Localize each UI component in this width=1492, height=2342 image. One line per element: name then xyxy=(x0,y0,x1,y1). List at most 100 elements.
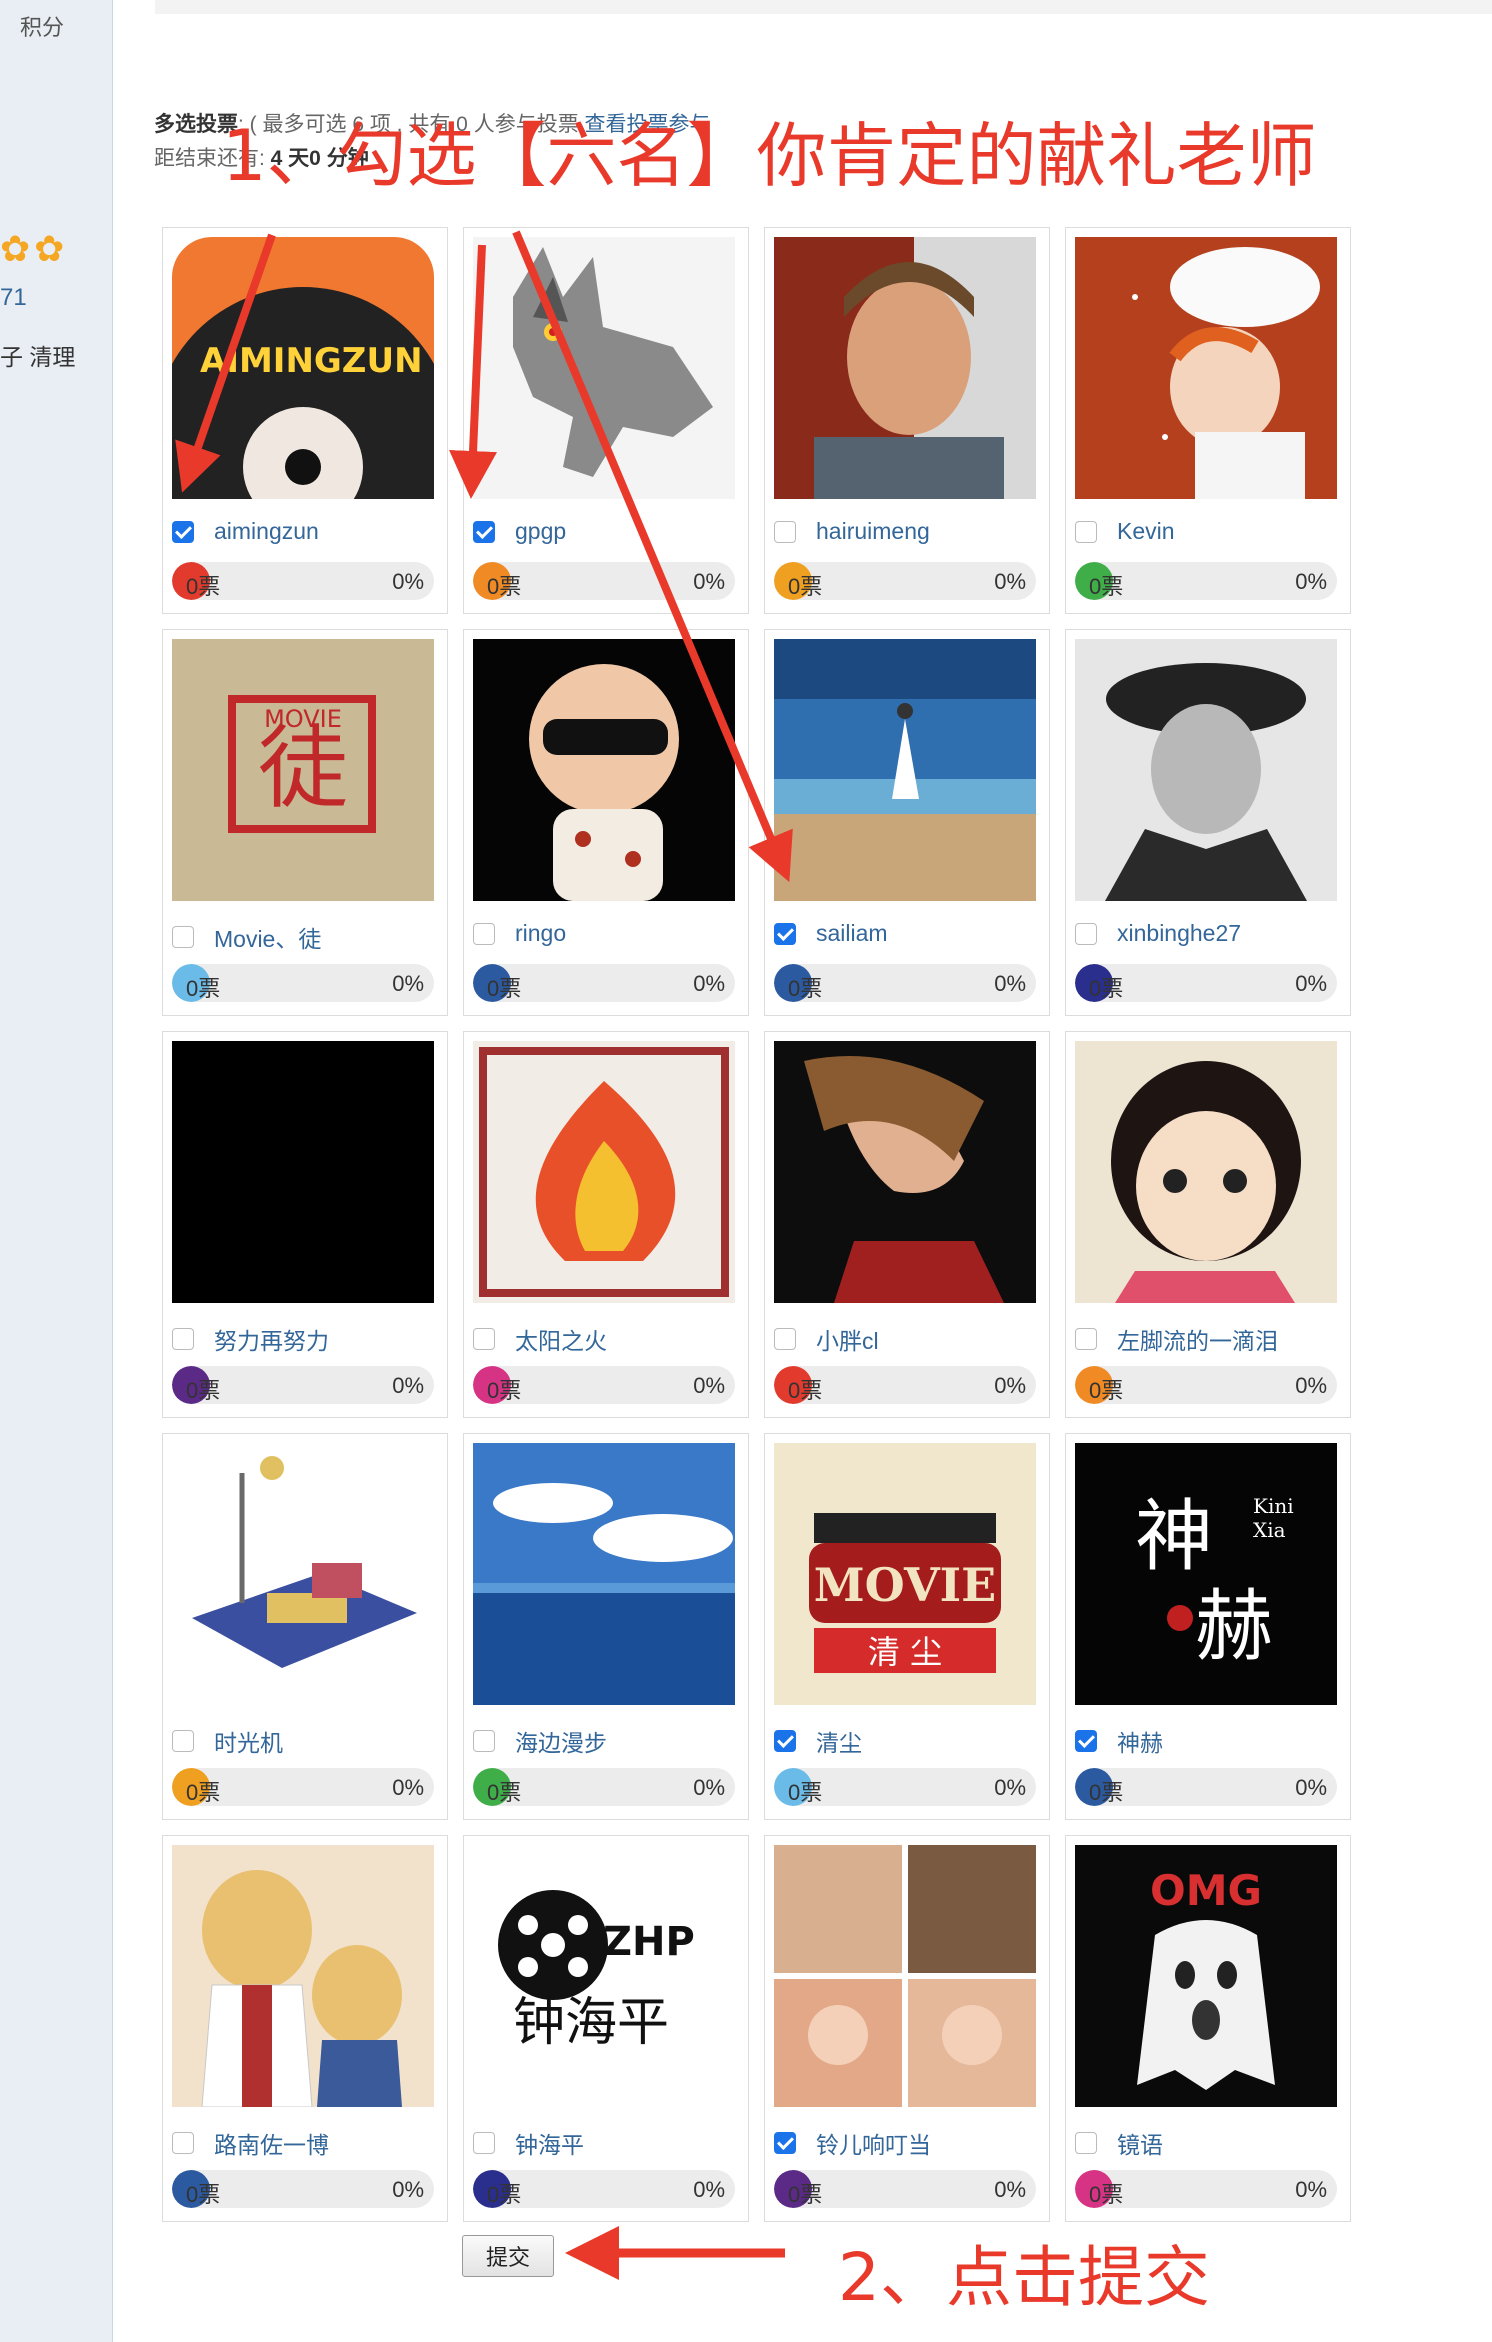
option-checkbox[interactable] xyxy=(473,520,495,543)
option-checkbox[interactable] xyxy=(1075,922,1097,945)
option-avatar-image[interactable] xyxy=(1075,1041,1337,1303)
sidebar-links[interactable]: 子 清理 xyxy=(0,338,75,372)
option-avatar-image[interactable]: 徒 MOVIE xyxy=(172,639,434,901)
poll-option-card[interactable]: ringo 0票 0% xyxy=(463,629,749,1016)
option-checkbox[interactable] xyxy=(172,2132,194,2154)
option-avatar-image[interactable] xyxy=(774,237,1036,499)
option-label[interactable]: 清尘 xyxy=(774,1724,862,1758)
option-avatar-image[interactable] xyxy=(473,639,735,901)
poll-option-card[interactable]: 太阳之火 0票 0% xyxy=(463,1031,749,1418)
poll-option-card[interactable]: 左脚流的一滴泪 0票 0% xyxy=(1065,1031,1351,1418)
vote-percent: 0% xyxy=(693,2177,725,2202)
poll-option-card[interactable]: xinbinghe27 0票 0% xyxy=(1065,629,1351,1016)
option-avatar-image[interactable] xyxy=(1075,639,1337,901)
option-checkbox[interactable] xyxy=(473,2132,495,2154)
option-checkbox[interactable] xyxy=(172,1730,194,1752)
points-label: 积分 xyxy=(20,15,65,40)
option-label[interactable]: 海边漫步 xyxy=(473,1724,607,1758)
vote-percent: 0% xyxy=(994,1373,1026,1398)
option-checkbox[interactable] xyxy=(473,1730,495,1752)
option-label[interactable]: 努力再努力 xyxy=(172,1322,329,1356)
option-label[interactable]: 钟海平 xyxy=(473,2126,584,2160)
poll-option-card[interactable]: 铃儿响叮当 0票 0% xyxy=(764,1835,1050,2222)
vote-count: 0票 xyxy=(186,1780,221,1805)
option-checkbox[interactable] xyxy=(774,922,796,945)
poll-option-card[interactable]: 徒 MOVIE Movie、徒 0票 0% xyxy=(162,629,448,1016)
poll-option-card[interactable]: MOVIE 清 尘 清尘 0票 0% xyxy=(764,1433,1050,1820)
option-name: hairuimeng xyxy=(816,518,930,544)
option-label[interactable]: 镜语 xyxy=(1075,2126,1163,2160)
option-label[interactable]: sailiam xyxy=(774,920,888,947)
vote-progress-bar: 0票 0% xyxy=(1075,1768,1337,1806)
poll-option-card[interactable]: 神赫 Kini Xia 神赫 0票 0% xyxy=(1065,1433,1351,1820)
option-avatar-image[interactable] xyxy=(774,1041,1036,1303)
poll-option-card[interactable]: gpgp 0票 0% xyxy=(463,227,749,614)
option-label[interactable]: 铃儿响叮当 xyxy=(774,2126,931,2160)
option-avatar-image[interactable] xyxy=(473,1041,735,1303)
option-avatar-image[interactable]: AIMINGZUN xyxy=(172,237,434,499)
option-checkbox[interactable] xyxy=(473,1328,495,1350)
option-label[interactable]: 小胖cl xyxy=(774,1322,879,1356)
option-avatar-image[interactable] xyxy=(774,1845,1036,2107)
option-checkbox[interactable] xyxy=(1075,1730,1097,1752)
option-avatar-image[interactable]: MOVIE 清 尘 xyxy=(774,1443,1036,1705)
option-avatar-image[interactable] xyxy=(172,1443,434,1705)
option-avatar-image[interactable] xyxy=(172,1845,434,2107)
vote-progress-bar: 0票 0% xyxy=(172,2170,434,2208)
option-label[interactable]: 时光机 xyxy=(172,1724,283,1758)
option-checkbox[interactable] xyxy=(172,520,194,543)
sidebar: 积分 ✿✿ 71 子 清理 xyxy=(0,0,113,2342)
poll-option-card[interactable]: 努力再努力 0票 0% xyxy=(162,1031,448,1418)
option-avatar-image[interactable] xyxy=(1075,237,1337,499)
option-checkbox[interactable] xyxy=(473,922,495,945)
poll-option-card[interactable]: 路南佐一博 0票 0% xyxy=(162,1835,448,2222)
option-checkbox[interactable] xyxy=(1075,520,1097,543)
option-avatar-image[interactable] xyxy=(774,639,1036,901)
user-number-link[interactable]: 71 xyxy=(0,284,27,312)
vote-count: 0票 xyxy=(788,574,823,599)
option-label[interactable]: aimingzun xyxy=(172,518,319,545)
poll-option-card[interactable]: 海边漫步 0票 0% xyxy=(463,1433,749,1820)
option-label[interactable]: ringo xyxy=(473,920,566,947)
option-avatar-image[interactable]: 神赫 Kini Xia xyxy=(1075,1443,1337,1705)
option-avatar-image[interactable] xyxy=(473,1443,735,1705)
vote-count: 0票 xyxy=(1089,1378,1124,1403)
option-name: Kevin xyxy=(1117,518,1175,544)
option-checkbox[interactable] xyxy=(774,1730,796,1752)
option-avatar-image[interactable] xyxy=(172,1041,434,1303)
poll-option-card[interactable]: ZHP 钟海平 钟海平 0票 0% xyxy=(463,1835,749,2222)
option-name: Movie、徒 xyxy=(214,926,322,952)
option-label[interactable]: 左脚流的一滴泪 xyxy=(1075,1322,1278,1356)
poll-option-card[interactable]: 小胖cl 0票 0% xyxy=(764,1031,1050,1418)
option-checkbox[interactable] xyxy=(172,1328,194,1350)
option-label[interactable]: 太阳之火 xyxy=(473,1322,607,1356)
option-label[interactable]: 路南佐一博 xyxy=(172,2126,329,2160)
option-label[interactable]: xinbinghe27 xyxy=(1075,920,1241,947)
option-name: 左脚流的一滴泪 xyxy=(1117,1328,1278,1354)
option-checkbox[interactable] xyxy=(774,2132,796,2154)
option-checkbox[interactable] xyxy=(1075,1328,1097,1350)
option-checkbox[interactable] xyxy=(774,520,796,543)
option-label[interactable]: Kevin xyxy=(1075,518,1175,545)
vote-count: 0票 xyxy=(1089,1780,1124,1805)
option-checkbox[interactable] xyxy=(774,1328,796,1350)
option-checkbox[interactable] xyxy=(1075,2132,1097,2154)
poll-option-card[interactable]: AIMINGZUN aimingzun 0票 0% xyxy=(162,227,448,614)
option-label[interactable]: Movie、徒 xyxy=(172,920,321,954)
vote-percent: 0% xyxy=(693,1775,725,1800)
vote-progress-bar: 0票 0% xyxy=(774,2170,1036,2208)
poll-option-card[interactable]: 时光机 0票 0% xyxy=(162,1433,448,1820)
option-avatar-image[interactable]: ZHP 钟海平 xyxy=(473,1845,735,2107)
option-label[interactable]: hairuimeng xyxy=(774,518,930,545)
svg-text:清 尘: 清 尘 xyxy=(868,1633,942,1671)
poll-option-card[interactable]: hairuimeng 0票 0% xyxy=(764,227,1050,614)
option-label[interactable]: 神赫 xyxy=(1075,1724,1163,1758)
submit-button[interactable]: 提交 xyxy=(462,2235,554,2277)
option-checkbox[interactable] xyxy=(172,926,194,948)
option-avatar-image[interactable] xyxy=(473,237,735,499)
poll-option-card[interactable]: Kevin 0票 0% xyxy=(1065,227,1351,614)
poll-option-card[interactable]: sailiam 0票 0% xyxy=(764,629,1050,1016)
poll-option-card[interactable]: OMG 镜语 0票 0% xyxy=(1065,1835,1351,2222)
option-avatar-image[interactable]: OMG xyxy=(1075,1845,1337,2107)
option-label[interactable]: gpgp xyxy=(473,518,566,545)
